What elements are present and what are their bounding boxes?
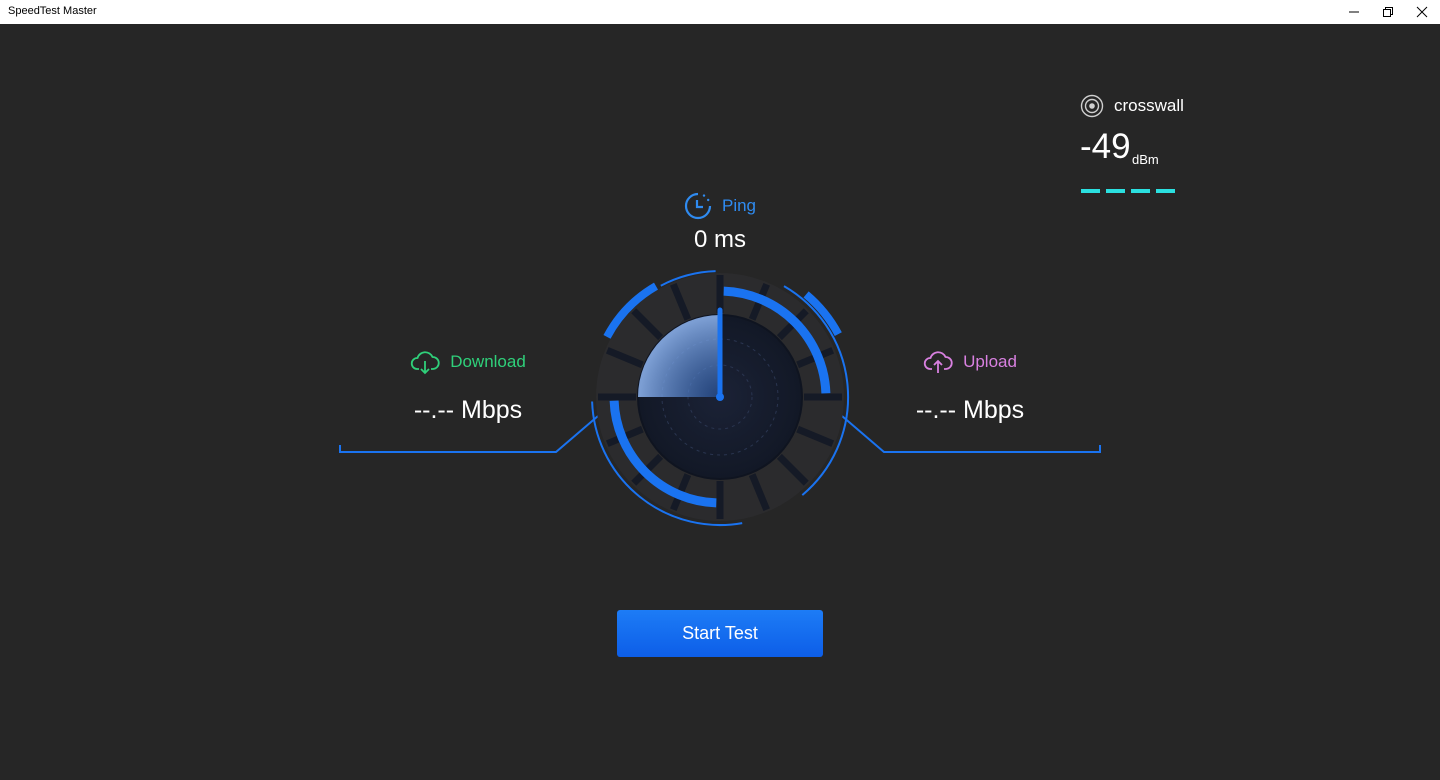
gauge-arc-right [723, 286, 831, 394]
minimize-icon [1349, 11, 1359, 13]
gauge-sweep [638, 315, 720, 397]
gauge-needle-hub [716, 393, 724, 401]
network-info: crosswall -49 dBm [1080, 93, 1240, 203]
gauge-accent-top-left [603, 282, 659, 339]
gauge-core [637, 314, 803, 480]
title-bar: SpeedTest Master [0, 0, 1440, 24]
cloud-upload-icon [923, 351, 953, 373]
restore-button[interactable] [1371, 0, 1405, 24]
network-ssid: crosswall [1114, 96, 1184, 115]
close-button[interactable] [1405, 0, 1439, 24]
gauge-tick [748, 282, 770, 321]
download-value: --.-- Mbps [413, 396, 523, 424]
wifi-signal-icon [1080, 94, 1104, 118]
start-test-button[interactable]: Start Test [617, 610, 823, 657]
gauge-outer-disk [596, 273, 844, 521]
gauge-accent-top-right [803, 291, 842, 337]
signal-bar [1156, 189, 1175, 193]
gauge-tick [796, 425, 835, 447]
clock-icon [684, 192, 712, 220]
gauge-tick [670, 282, 692, 321]
gauge-tick [631, 308, 664, 341]
gauge-tick [605, 347, 644, 369]
ping-label: Ping [721, 196, 757, 215]
signal-bars [1081, 189, 1175, 193]
gauge-arc-left [609, 400, 717, 508]
signal-bar [1131, 189, 1150, 193]
close-icon [1416, 6, 1428, 18]
download-label: Download [450, 352, 526, 371]
gauge-thin-accent-top [660, 270, 716, 287]
minimize-button[interactable] [1337, 0, 1371, 24]
signal-bar [1081, 189, 1100, 193]
gauge-tick [776, 308, 809, 341]
signal-bar [1106, 189, 1125, 193]
download-panel: Download --.-- Mbps [358, 346, 578, 425]
main-area: crosswall -49 dBm Ping 0 ms Download --.… [0, 24, 1440, 780]
gauge-thin-ring-right [783, 285, 850, 496]
gauge-tick [796, 347, 835, 369]
gauge-ticks [598, 275, 842, 519]
ping-value: 0 ms [693, 226, 746, 253]
restore-icon [1383, 7, 1393, 17]
upload-panel: Upload --.-- Mbps [860, 346, 1080, 425]
gauge-tick [631, 453, 664, 486]
gauge-tick [670, 473, 692, 512]
signal-strength-value: -49 [1080, 127, 1131, 166]
signal-strength-unit: dBm [1132, 152, 1159, 167]
upload-value: --.-- Mbps [915, 396, 1025, 424]
gauge-thin-ring-left [591, 401, 743, 526]
upload-label: Upload [963, 352, 1017, 371]
ping-panel: Ping 0 ms [620, 190, 820, 254]
gauge-tick [605, 425, 644, 447]
cloud-download-icon [411, 351, 440, 375]
gauge-tick [748, 473, 770, 512]
gauge-center-ring [687, 364, 753, 430]
window-title: SpeedTest Master [8, 5, 97, 17]
gauge-tick [776, 453, 809, 486]
gauge-inner-ring [661, 338, 779, 456]
